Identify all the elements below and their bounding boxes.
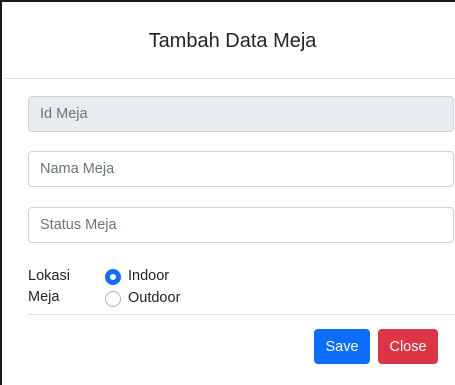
nama-meja-input[interactable] [28, 151, 454, 187]
save-button[interactable]: Save [314, 329, 370, 364]
close-button[interactable]: Close [378, 329, 438, 364]
modal-header: Tambah Data Meja [4, 4, 455, 79]
radio-outdoor-label[interactable]: Outdoor [128, 288, 180, 309]
footer-divider [28, 314, 455, 315]
modal-dialog: Tambah Data Meja Lokasi Meja Indoor Outd… [0, 0, 455, 385]
radio-outdoor-button[interactable] [105, 290, 121, 307]
radio-indoor[interactable]: Indoor [105, 266, 169, 287]
status-meja-input[interactable] [28, 207, 454, 243]
radio-outdoor[interactable]: Outdoor [105, 288, 180, 309]
radio-indoor-label[interactable]: Indoor [128, 266, 169, 287]
lokasi-meja-label: Lokasi Meja [28, 268, 70, 305]
radio-indoor-button[interactable] [105, 268, 121, 285]
id-meja-input [28, 96, 454, 132]
modal-title: Tambah Data Meja [148, 29, 317, 52]
